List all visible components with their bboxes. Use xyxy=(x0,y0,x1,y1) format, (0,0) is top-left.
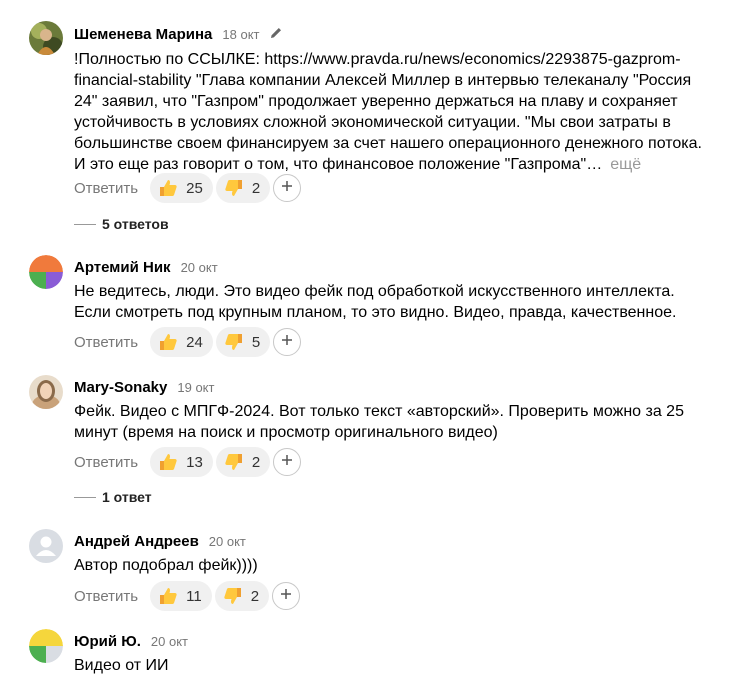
author-name[interactable]: Mary-Sonaky xyxy=(74,379,167,396)
comment-date: 20 окт xyxy=(180,260,218,275)
thumbs-up-icon xyxy=(158,332,178,352)
reply-button[interactable]: Ответить xyxy=(74,334,138,351)
reply-button[interactable]: Ответить xyxy=(74,454,138,471)
comment-date: 18 окт xyxy=(222,27,260,42)
dislike-button[interactable]: 2 xyxy=(215,173,271,203)
thumbs-down-icon xyxy=(224,332,244,352)
dislike-button[interactable]: 2 xyxy=(215,447,271,477)
reply-button[interactable]: Ответить xyxy=(74,588,138,605)
comment-text-block: !Полностью по ССЫЛКЕ: https://www.pravda… xyxy=(74,49,714,175)
thumbs-down-icon xyxy=(224,452,244,472)
add-reaction-button[interactable] xyxy=(273,174,302,202)
add-reaction-button[interactable] xyxy=(272,582,301,610)
comment-date: 19 окт xyxy=(177,380,215,395)
avatar[interactable] xyxy=(29,375,63,409)
comment-date: 20 окт xyxy=(208,534,246,549)
show-replies-button[interactable]: 5 ответов xyxy=(74,216,169,232)
like-button[interactable]: 13 xyxy=(150,447,213,477)
dislike-count: 5 xyxy=(251,333,261,351)
comment-text: Автор подобрал фейк)))) xyxy=(74,557,258,574)
avatar[interactable] xyxy=(29,21,63,55)
add-reaction-button[interactable] xyxy=(273,448,302,476)
like-count: 11 xyxy=(186,587,202,605)
thumbs-up-icon xyxy=(158,178,178,198)
replies-count: 5 ответов xyxy=(102,216,169,232)
thumbs-down-icon xyxy=(224,178,244,198)
author-name[interactable]: Шеменева Марина xyxy=(74,26,212,43)
comment-date: 20 окт xyxy=(150,634,188,649)
plus-icon xyxy=(281,333,293,351)
like-count: 25 xyxy=(186,179,203,197)
like-count: 13 xyxy=(186,453,203,471)
author-name[interactable]: Артемий Ник xyxy=(74,259,171,276)
comment-text: Фейк. Видео с МПГФ-2024. Вот только текс… xyxy=(74,403,684,441)
author-name[interactable]: Андрей Андреев xyxy=(74,533,199,550)
avatar[interactable] xyxy=(29,529,63,563)
show-replies-button[interactable]: 1 ответ xyxy=(74,489,152,505)
avatar[interactable] xyxy=(29,629,63,663)
edit-icon[interactable] xyxy=(269,26,283,45)
show-more-link[interactable]: ещё xyxy=(610,156,641,173)
thumbs-down-icon xyxy=(223,586,243,606)
thumbs-up-icon xyxy=(158,452,178,472)
add-reaction-button[interactable] xyxy=(273,328,302,356)
thumbs-up-icon xyxy=(158,586,178,606)
comment-text: Не ведитесь, люди. Это видео фейк под об… xyxy=(74,283,677,321)
comment-text: !Полностью по ССЫЛКЕ: https://www.pravda… xyxy=(74,51,702,173)
plus-icon xyxy=(281,453,293,471)
like-button[interactable]: 11 xyxy=(150,581,212,611)
avatar[interactable] xyxy=(29,255,63,289)
replies-divider xyxy=(74,496,96,498)
dislike-button[interactable]: 2 xyxy=(214,581,270,611)
plus-icon xyxy=(280,587,292,605)
dislike-count: 2 xyxy=(250,587,260,605)
plus-icon xyxy=(281,179,293,197)
comment-text: Видео от ИИ xyxy=(74,657,169,674)
like-button[interactable]: 24 xyxy=(150,327,213,357)
dislike-count: 2 xyxy=(251,179,261,197)
like-button[interactable]: 25 xyxy=(150,173,213,203)
replies-divider xyxy=(74,223,96,225)
dislike-button[interactable]: 5 xyxy=(215,327,271,357)
replies-count: 1 ответ xyxy=(102,489,152,505)
like-count: 24 xyxy=(186,333,203,351)
reply-button[interactable]: Ответить xyxy=(74,180,138,197)
author-name[interactable]: Юрий Ю. xyxy=(74,633,141,650)
dislike-count: 2 xyxy=(251,453,261,471)
